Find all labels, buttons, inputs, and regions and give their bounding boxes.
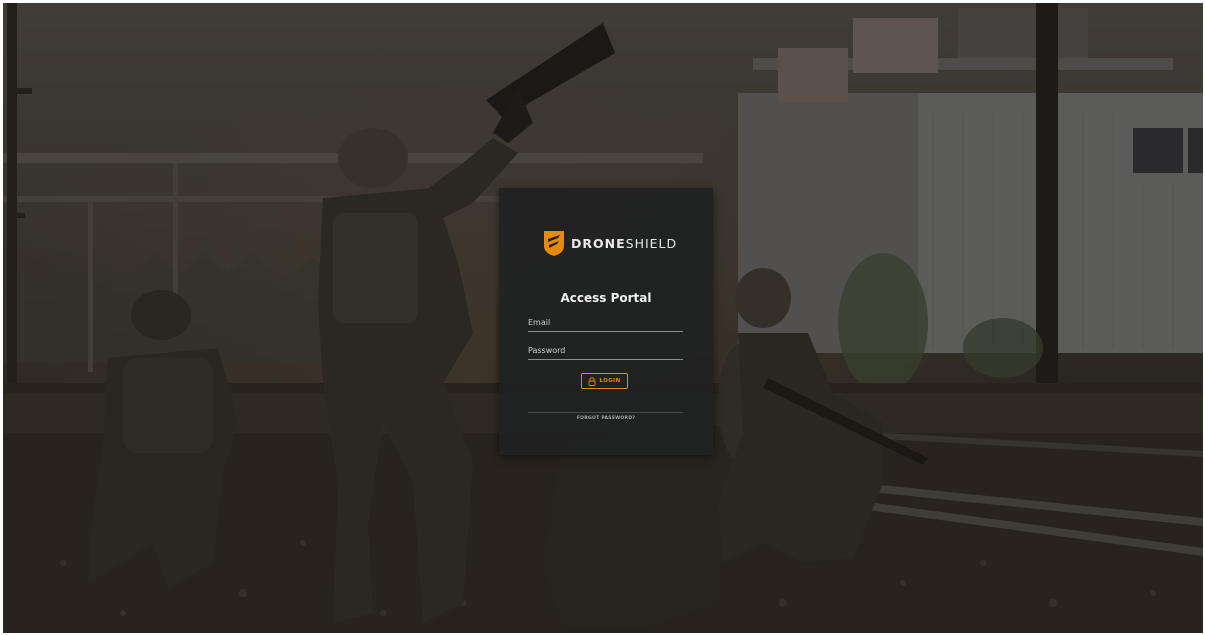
- login-card: DRONESHIELD Access Portal Email Password…: [499, 188, 713, 455]
- brand: DRONESHIELD: [543, 229, 677, 257]
- brand-name-light: SHIELD: [625, 235, 678, 251]
- password-field[interactable]: Password: [528, 345, 683, 360]
- password-placeholder: Password: [528, 346, 566, 355]
- email-field[interactable]: Email: [528, 317, 683, 332]
- brand-wordmark: DRONESHIELD: [571, 236, 677, 251]
- forgot-password-link[interactable]: FORGOT PASSWORD?: [499, 416, 713, 421]
- login-page: DRONESHIELD Access Portal Email Password…: [3, 3, 1203, 633]
- page-title: Access Portal: [560, 291, 652, 305]
- login-label: LOGIN: [599, 378, 621, 384]
- divider: [528, 412, 683, 413]
- lock-icon: [588, 376, 596, 386]
- brand-name-bold: DRONE: [571, 235, 626, 251]
- droneshield-shield-logo-icon: [544, 231, 564, 256]
- login-button[interactable]: LOGIN: [581, 373, 628, 389]
- email-placeholder: Email: [528, 318, 551, 327]
